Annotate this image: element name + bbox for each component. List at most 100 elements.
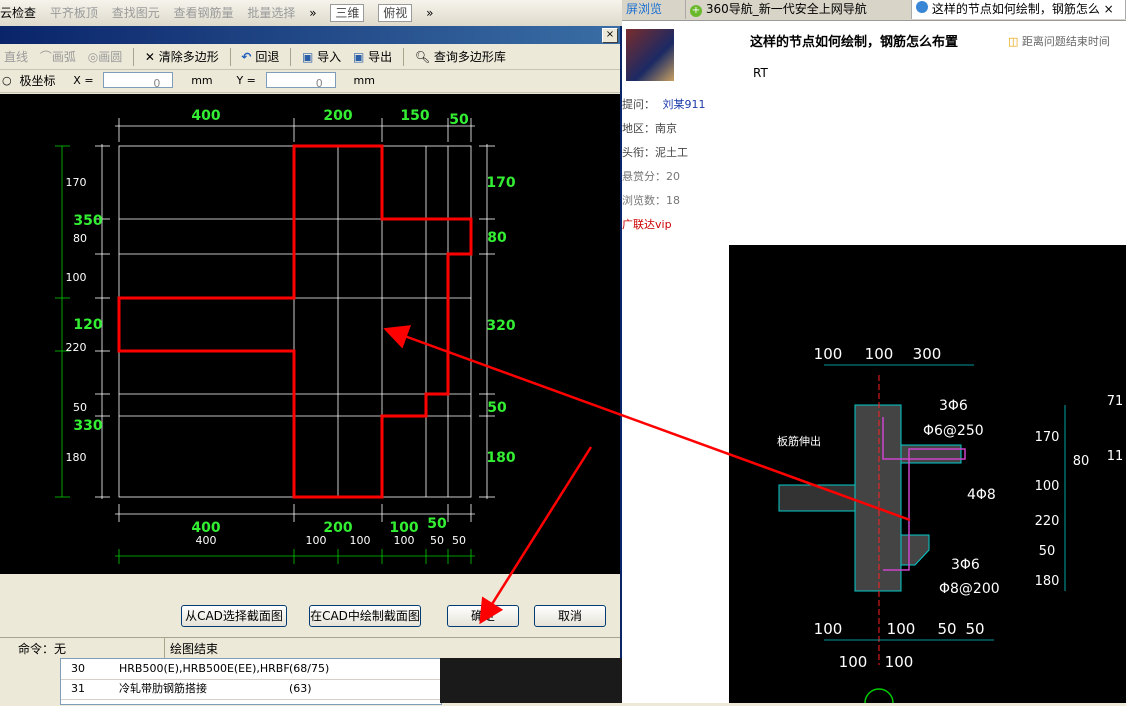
left-white-5: 50 (73, 401, 87, 414)
left-white-6: 180 (66, 451, 87, 464)
coordinate-row: ○ 极坐标 X = 0 mm Y = 0 mm (0, 70, 620, 93)
cancel-button[interactable]: 取消 (534, 605, 606, 627)
toolbar-more-2[interactable]: » (426, 0, 433, 26)
right-dim-4: 50 (487, 400, 507, 416)
circle-icon: ◎ (87, 50, 99, 64)
vip-link[interactable]: 广联达vip (622, 216, 672, 232)
y-coordinate-input[interactable]: 0 (265, 72, 336, 90)
toolbar-separator (290, 48, 292, 66)
cad-top-dim-1: 100 (814, 345, 843, 363)
drawing-status: 绘图结束 (170, 642, 219, 656)
view-count: 浏览数：18 (622, 194, 680, 207)
slab-section (778, 484, 856, 512)
cad-bottom-dim-3: 50 (937, 620, 956, 638)
bottom-dim-4: 50 (427, 516, 447, 532)
reward-points: 悬赏分：20 (622, 170, 680, 183)
dialog-close-button[interactable]: × (602, 28, 618, 43)
remaining-time: ◫ 距离问题结束时间 (1008, 33, 1110, 49)
x-unit: mm (191, 74, 213, 87)
tool-query-library[interactable]: 🔍︎ 查询多边形库 (411, 46, 510, 68)
ok-button[interactable]: 确定 (447, 605, 519, 627)
cad-right-dim-2: 100 (1035, 479, 1060, 494)
tool-export[interactable]: ▣ 导出 (349, 46, 396, 68)
page-icon (916, 1, 928, 13)
toolbar-cloud-check[interactable]: 云检查 (0, 0, 36, 26)
tool-arc[interactable]: ⌒画弧 (36, 46, 80, 68)
cad-bottom-dims: 100 100 50 50 100 100 (814, 620, 985, 671)
right-dim-2: 80 (487, 230, 507, 246)
search-icon: 🔍︎ (414, 50, 431, 64)
tab-screen-browse[interactable]: 屏浏览 (622, 0, 686, 19)
section-polygon[interactable] (117, 144, 473, 499)
row-value: (63) (289, 682, 312, 695)
cad-bottom-dim-4: 50 (965, 620, 984, 638)
draw-in-cad-button[interactable]: 在CAD中绘制截面图 (309, 605, 421, 627)
row-value: (68/75) (289, 662, 330, 675)
x-coordinate-input[interactable]: 0 (103, 72, 174, 90)
toolbar-view-rebar[interactable]: 查看钢筋量 (174, 0, 234, 26)
tab-question-page[interactable]: 这样的节点如何绘制，钢筋怎么 × (912, 0, 1126, 19)
x-icon: ✕ (144, 50, 155, 64)
avatar[interactable] (626, 29, 674, 81)
tool-undo-label: 回退 (255, 50, 280, 64)
cad-rebar-4: 3Φ6 (951, 557, 980, 573)
tool-circle-label: 画圆 (98, 50, 123, 64)
tool-export-label: 导出 (368, 50, 393, 64)
top-dim-labels: 400 200 150 50 (191, 108, 469, 128)
table-row[interactable]: 30 HRB500(E),HRB500E(EE),HRBF (68/75) (61, 659, 441, 680)
tab-360-nav-label: 360导航_新一代安全上网导航 (705, 2, 867, 16)
asker-name-link[interactable]: 刘某911 (663, 98, 706, 111)
select-from-cad-button[interactable]: 从CAD选择截面图 (181, 605, 287, 627)
cad-detail-drawing: 100 100 300 100 100 50 50 100 100 170 10… (777, 345, 1124, 706)
column-section (854, 404, 902, 592)
clock-icon: ◫ (1008, 35, 1019, 48)
toolbar-find-element[interactable]: 查找图元 (112, 0, 160, 26)
question-body: RT (753, 66, 768, 80)
undo-icon: ↶ (241, 50, 252, 64)
left-white-4: 220 (66, 341, 87, 354)
cad-bottom2-dim-1: 100 (839, 653, 868, 671)
status-separator (164, 638, 165, 658)
360-icon: + (690, 5, 702, 17)
toolbar-more[interactable]: » (309, 0, 316, 26)
polar-radio[interactable]: ○ (2, 70, 12, 92)
view-top-select[interactable]: 俯视 (378, 4, 413, 22)
toolbar-align-slab-top[interactable]: 平齐板顶 (50, 0, 98, 26)
bottom-white-5: 50 (430, 534, 444, 547)
arc-icon: ⌒ (39, 50, 52, 64)
bottom-white-2: 100 (306, 534, 327, 547)
tool-clear-polygon[interactable]: ✕ 清除多边形 (141, 46, 223, 68)
asker-label: 提问： (622, 98, 655, 111)
tool-clear-polygon-label: 清除多边形 (158, 50, 219, 64)
tab-close-icon[interactable]: × (1104, 2, 1114, 16)
tool-query-library-label: 查询多边形库 (433, 50, 506, 64)
cad-top-dims: 100 100 300 (814, 345, 942, 363)
cad-bottom-dim-2: 100 (887, 620, 916, 638)
view-3d-select[interactable]: 三维 (330, 4, 365, 22)
cad-top-dim-2: 100 (865, 345, 894, 363)
table-row[interactable]: 31 冷轧带肋钢筋搭接 (63) (61, 679, 441, 700)
drawing-canvas[interactable]: 400 200 150 50 400 200 100 50 400 100 10… (0, 94, 620, 574)
x-label: X = (73, 74, 94, 87)
attached-cad-image[interactable]: 100 100 300 100 100 50 50 100 100 170 10… (729, 245, 1126, 706)
left-green-1: 350 (73, 213, 102, 229)
dialog-title-bar[interactable]: × (0, 26, 620, 44)
row-name: 冷轧带肋钢筋搭接 (119, 682, 207, 695)
asker-row: 提问： 刘某911 (622, 96, 706, 112)
right-dim-3: 320 (486, 318, 515, 334)
tool-import[interactable]: ▣ 导入 (298, 46, 345, 68)
tab-360-nav[interactable]: + 360导航_新一代安全上网导航 (686, 0, 912, 19)
y-unit: mm (353, 74, 375, 87)
cad-right-dims: 170 100 220 50 180 80 71 11 (1035, 394, 1124, 589)
cad-right-dim-1: 170 (1035, 430, 1060, 445)
tool-undo[interactable]: ↶ 回退 (237, 46, 283, 68)
cad-right-extra-3: 11 (1107, 449, 1124, 464)
tool-import-label: 导入 (317, 50, 342, 64)
axis-bubble (864, 688, 894, 706)
tool-line[interactable]: 直线 (0, 46, 32, 68)
cad-rebar-1: 3Φ6 (939, 398, 968, 414)
cad-right-dim-4: 50 (1039, 544, 1056, 559)
toolbar-separator (229, 48, 231, 66)
tool-circle[interactable]: ◎画圆 (84, 46, 127, 68)
toolbar-batch-select[interactable]: 批量选择 (247, 0, 295, 26)
